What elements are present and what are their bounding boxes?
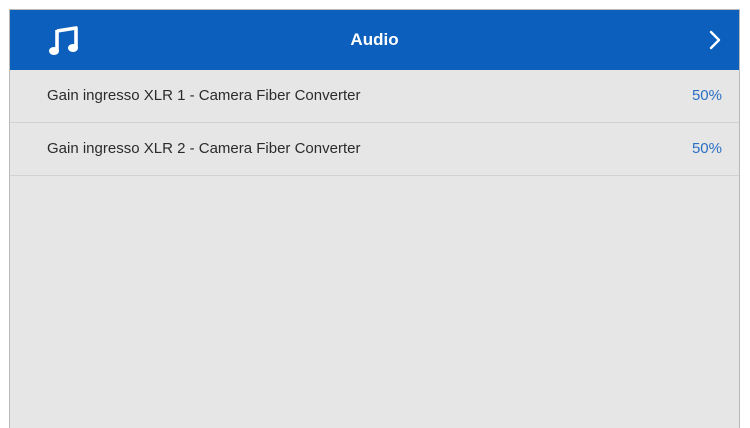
setting-row-xlr2-gain[interactable]: Gain ingresso XLR 2 - Camera Fiber Conve…	[10, 123, 739, 176]
setting-value[interactable]: 50%	[692, 123, 722, 175]
setting-label: Gain ingresso XLR 1 - Camera Fiber Conve…	[47, 87, 361, 104]
setting-row-xlr1-gain[interactable]: Gain ingresso XLR 1 - Camera Fiber Conve…	[10, 70, 739, 123]
chevron-right-icon[interactable]	[708, 30, 722, 50]
setting-value[interactable]: 50%	[692, 70, 722, 122]
setting-label: Gain ingresso XLR 2 - Camera Fiber Conve…	[47, 140, 361, 157]
panel-header: Audio	[10, 10, 739, 70]
audio-settings-panel: Audio Gain ingresso XLR 1 - Camera Fiber…	[9, 9, 740, 428]
panel-title: Audio	[350, 30, 399, 49]
